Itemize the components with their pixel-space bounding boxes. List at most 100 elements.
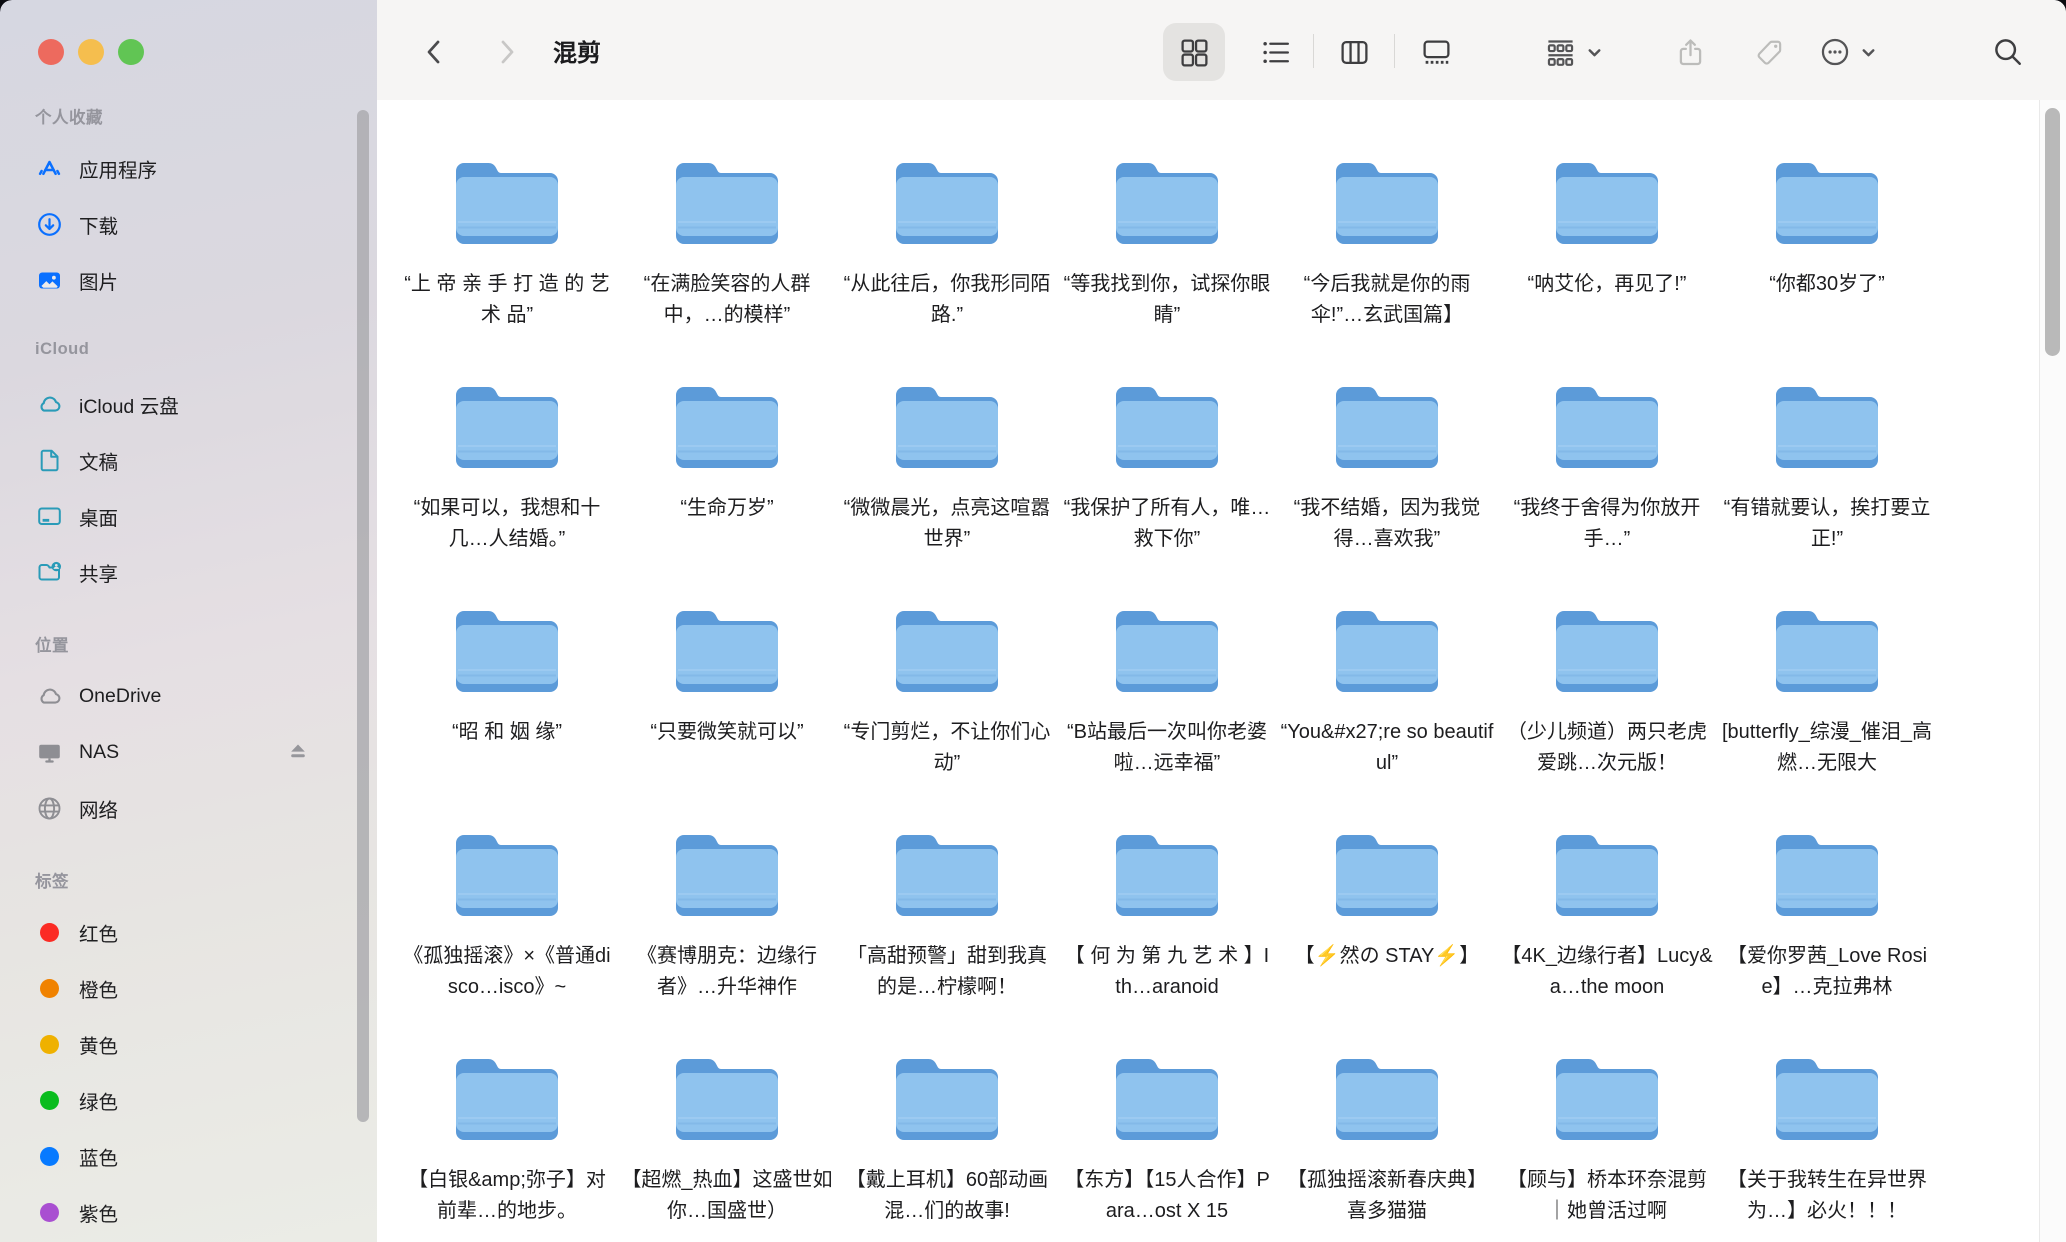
folder-item[interactable]: “在满脸笑容的人群中，…的模样” [617, 100, 837, 324]
minimize-button[interactable] [78, 39, 104, 65]
sidebar-item-onedrive[interactable]: OneDrive [0, 668, 377, 724]
view-columns-button[interactable] [1336, 34, 1372, 70]
folder-item[interactable]: 「高甜预警」甜到我真的是…柠檬啊！ [837, 772, 1057, 996]
tag-button[interactable] [1751, 34, 1787, 70]
sidebar-item-tag-orange[interactable]: 橙色 [0, 960, 377, 1016]
folder-item[interactable]: 《孤独摇滚》×《普通disco…isco》~ [397, 772, 617, 996]
view-grid-button[interactable] [1176, 34, 1212, 70]
folder-item[interactable]: 【顾与】桥本环奈混剪｜她曾活过啊 [1497, 996, 1717, 1220]
desktop-icon [35, 502, 63, 530]
sidebar-item-icloud-drive[interactable]: iCloud 云盘 [0, 376, 377, 432]
folder-item[interactable]: “从此往后，你我形同陌路.” [837, 100, 1057, 324]
sidebar-item-tag-red[interactable]: 红色 [0, 904, 377, 960]
close-button[interactable] [38, 39, 64, 65]
folder-item[interactable]: 【戴上耳机】60部动画混…们的故事! [837, 996, 1057, 1220]
folder-icon [668, 149, 786, 246]
folder-icon [448, 149, 566, 246]
share-icon [1675, 37, 1706, 68]
cloud-icon [35, 682, 63, 710]
sidebar-item-label: NAS [79, 741, 119, 764]
sidebar-item-label: 红色 [79, 918, 118, 947]
folder-item[interactable]: 【白银&amp;弥子】对前辈…的地步。 [397, 996, 617, 1220]
folder-item[interactable]: “你都30岁了” [1717, 100, 1937, 324]
folder-item[interactable]: “昭 和 姻 缘” [397, 548, 617, 772]
folder-item[interactable]: 【东方】【15人合作】Para…ost X 15 [1057, 996, 1277, 1220]
folder-item[interactable]: [butterfly_综漫_催泪_高燃…无限大 [1717, 548, 1937, 772]
folder-item[interactable]: “等我找到你，试探你眼睛” [1057, 100, 1277, 324]
folder-icon [1328, 821, 1446, 918]
sidebar-item-label: OneDrive [79, 685, 161, 708]
folder-label: “You&#x27;re so beautiful” [1280, 717, 1494, 779]
sidebar-item-applications[interactable]: 应用程序 [0, 140, 377, 196]
folder-label: “从此往后，你我形同陌路.” [840, 269, 1054, 331]
eject-icon[interactable] [287, 742, 309, 762]
share-button[interactable] [1672, 34, 1708, 70]
folder-item[interactable]: “生命万岁” [617, 324, 837, 548]
view-gallery-button[interactable] [1418, 34, 1454, 70]
folder-item[interactable]: 《赛博朋克：边缘行者》…升华神作 [617, 772, 837, 996]
folder-label: 【爱你罗茜_Love Rosie】…克拉弗林 [1720, 941, 1934, 1003]
view-list-button[interactable] [1258, 34, 1294, 70]
scrollbar-track[interactable] [2039, 100, 2066, 1242]
folder-icon [1768, 373, 1886, 470]
folder-label: 【超燃_热血】这盛世如你…国盛世） [620, 1165, 834, 1227]
folder-label: [butterfly_综漫_催泪_高燃…无限大 [1720, 717, 1934, 779]
folder-item[interactable]: “微微晨光，点亮这喧嚣世界” [837, 324, 1057, 548]
folder-label: “今后我就是你的雨伞!”…玄武国篇】 [1280, 269, 1494, 331]
search-button[interactable] [1990, 34, 2026, 70]
sidebar-item-tag-blue[interactable]: 蓝色 [0, 1128, 377, 1184]
search-icon [1992, 36, 2024, 68]
folder-item[interactable]: “只要微笑就可以” [617, 548, 837, 772]
folder-label: 【4K_边缘行者】Lucy&a…the moon [1500, 941, 1714, 1003]
folder-item[interactable]: 【孤独摇滚新春庆典】喜多猫猫 [1277, 996, 1497, 1220]
folder-label: 「高甜预警」甜到我真的是…柠檬啊！ [840, 941, 1054, 1003]
sidebar-item-nas[interactable]: NAS [0, 724, 377, 780]
folder-item[interactable]: （少儿频道）两只老虎爱跳…次元版！ [1497, 548, 1717, 772]
folder-item[interactable]: “我不结婚，因为我觉得…喜欢我” [1277, 324, 1497, 548]
sidebar-scrollbar[interactable] [357, 110, 369, 1122]
folder-item[interactable]: “上 帝 亲 手 打 造 的 艺 术 品” [397, 100, 617, 324]
folder-label: “只要微笑就可以” [620, 717, 834, 748]
tag-dot-icon [35, 1030, 63, 1058]
sidebar-section: 个人收藏应用程序下载图片 [0, 104, 377, 308]
scrollbar-thumb[interactable] [2045, 108, 2060, 356]
sidebar-item-tag-yellow[interactable]: 黄色 [0, 1016, 377, 1072]
sidebar-item-tag-green[interactable]: 绿色 [0, 1072, 377, 1128]
folder-item[interactable]: “呐艾伦，再见了!” [1497, 100, 1717, 324]
folder-item[interactable]: “B站最后一次叫你老婆啦…远幸福” [1057, 548, 1277, 772]
chevron-down-icon [1860, 44, 1877, 61]
sidebar-item-network[interactable]: 网络 [0, 780, 377, 836]
folder-icon [1548, 373, 1666, 470]
sidebar-item-shared[interactable]: 共享 [0, 544, 377, 600]
folder-item[interactable]: 【超燃_热血】这盛世如你…国盛世） [617, 996, 837, 1220]
folder-item[interactable]: “专门剪烂，不让你们心动” [837, 548, 1057, 772]
sidebar-item-downloads[interactable]: 下载 [0, 196, 377, 252]
folder-view: “上 帝 亲 手 打 造 的 艺 术 品”“在满脸笑容的人群中，…的模样”“从此… [377, 100, 2040, 1242]
folder-item[interactable]: 【⚡然の STAY⚡】 [1277, 772, 1497, 996]
folder-item[interactable]: 【关于我转生在异世界为…】必火！！！ [1717, 996, 1937, 1220]
sidebar-item-pictures[interactable]: 图片 [0, 252, 377, 308]
folder-item[interactable]: 【爱你罗茜_Love Rosie】…克拉弗林 [1717, 772, 1937, 996]
appstore-icon [35, 154, 63, 182]
forward-button[interactable] [489, 34, 525, 70]
folder-item[interactable]: “有错就要认，挨打要立正!” [1717, 324, 1937, 548]
group-by-button[interactable] [1544, 34, 1603, 70]
folder-item[interactable]: “如果可以，我想和十几…人结婚。” [397, 324, 617, 548]
sidebar-item-tag-purple[interactable]: 紫色 [0, 1184, 377, 1240]
folder-item[interactable]: “我保护了所有人，唯…救下你” [1057, 324, 1277, 548]
sidebar: 个人收藏应用程序下载图片iCloudiCloud 云盘文稿桌面共享位置OneDr… [0, 0, 378, 1242]
gallery-view-icon [1421, 37, 1452, 68]
folder-item[interactable]: “我终于舍得为你放开手…” [1497, 324, 1717, 548]
list-view-icon [1261, 37, 1292, 68]
folder-item[interactable]: “You&#x27;re so beautiful” [1277, 548, 1497, 772]
zoom-button[interactable] [118, 39, 144, 65]
more-button[interactable] [1819, 34, 1877, 70]
sidebar-item-desktop[interactable]: 桌面 [0, 488, 377, 544]
sidebar-item-documents[interactable]: 文稿 [0, 432, 377, 488]
back-button[interactable] [416, 34, 452, 70]
folder-item[interactable]: 【4K_边缘行者】Lucy&a…the moon [1497, 772, 1717, 996]
photos-icon [35, 266, 63, 294]
folder-icon [1108, 821, 1226, 918]
folder-item[interactable]: 【 何 为 第 九 艺 术 】I th…aranoid [1057, 772, 1277, 996]
folder-item[interactable]: “今后我就是你的雨伞!”…玄武国篇】 [1277, 100, 1497, 324]
